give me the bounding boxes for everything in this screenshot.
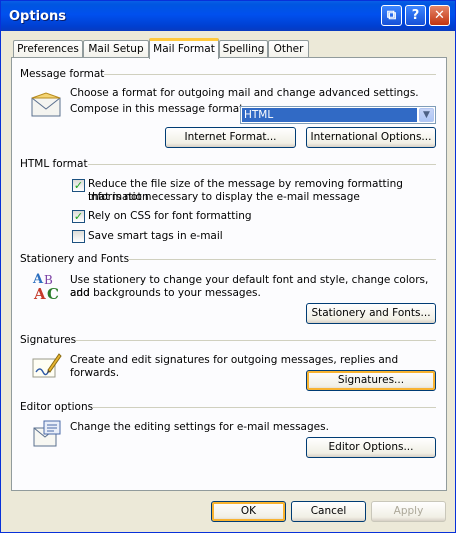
tab-strip: Preferences Mail Setup Mail Format Spell…	[11, 38, 447, 59]
compose-format-dropdown[interactable]: HTML ▼	[240, 106, 436, 124]
help-button[interactable]: ?	[405, 5, 426, 26]
ok-button[interactable]: OK	[211, 501, 286, 522]
close-icon: ✕	[434, 8, 445, 23]
editor-options-description: Change the editing settings for e-mail m…	[70, 421, 329, 433]
divider	[88, 164, 436, 165]
tab-preferences[interactable]: Preferences	[13, 40, 83, 58]
rely-css-label: Rely on CSS for font formatting	[88, 210, 252, 222]
signatures-heading: Signatures	[20, 334, 77, 346]
window-title: Options	[9, 9, 66, 24]
stationery-description-line-2: add backgrounds to your messages.	[70, 287, 261, 299]
editor-options-heading: Editor options	[20, 401, 94, 413]
chevron-down-icon[interactable]: ▼	[419, 108, 434, 122]
tab-spelling[interactable]: Spelling	[219, 40, 268, 58]
message-format-description: Choose a format for outgoing mail and ch…	[70, 87, 419, 99]
reduce-size-label-line-2: that is not necessary to display the e-m…	[88, 191, 360, 203]
editor-options-icon	[33, 420, 61, 447]
apply-button[interactable]: Apply	[371, 501, 446, 522]
compose-format-label: Compose in this message format:	[70, 103, 247, 115]
stationery-fonts-button[interactable]: Stationery and Fonts...	[306, 303, 436, 324]
reduce-size-checkbox[interactable]: ✓	[72, 179, 85, 192]
svg-text:A: A	[33, 285, 46, 302]
divider	[128, 259, 436, 260]
divider	[104, 74, 436, 75]
divider	[92, 407, 436, 408]
html-format-heading: HTML format	[20, 158, 88, 170]
tab-mail-format[interactable]: Mail Format	[149, 38, 219, 59]
envelope-icon	[31, 92, 61, 117]
help-icon: ?	[411, 8, 420, 23]
restore-button[interactable]: ⧉	[381, 5, 402, 26]
rely-css-checkbox[interactable]: ✓	[72, 210, 85, 223]
close-button[interactable]: ✕	[429, 5, 450, 26]
stationery-fonts-icon: A B A C	[32, 272, 59, 302]
editor-options-button[interactable]: Editor Options...	[306, 437, 436, 458]
signature-pen-icon	[32, 353, 62, 378]
compose-format-value: HTML	[242, 108, 417, 122]
options-dialog: Options ⧉ ? ✕ Preferences Mail Setup Mai…	[0, 0, 456, 533]
mail-format-panel: Message format Choose a format for outgo…	[11, 57, 447, 491]
smart-tags-checkbox[interactable]	[72, 230, 85, 243]
tab-other[interactable]: Other	[268, 40, 309, 58]
tab-mail-setup[interactable]: Mail Setup	[83, 40, 149, 58]
message-format-heading: Message format	[20, 68, 105, 80]
smart-tags-label: Save smart tags in e-mail	[88, 230, 223, 242]
signatures-button[interactable]: Signatures...	[306, 370, 436, 391]
cancel-button[interactable]: Cancel	[291, 501, 366, 522]
divider	[76, 340, 436, 341]
restore-icon: ⧉	[386, 8, 397, 23]
international-options-button[interactable]: International Options...	[306, 127, 436, 148]
svg-text:C: C	[47, 285, 59, 302]
internet-format-button[interactable]: Internet Format...	[165, 127, 296, 148]
title-bar[interactable]: Options ⧉ ? ✕	[1, 1, 455, 31]
stationery-heading: Stationery and Fonts	[20, 253, 130, 265]
